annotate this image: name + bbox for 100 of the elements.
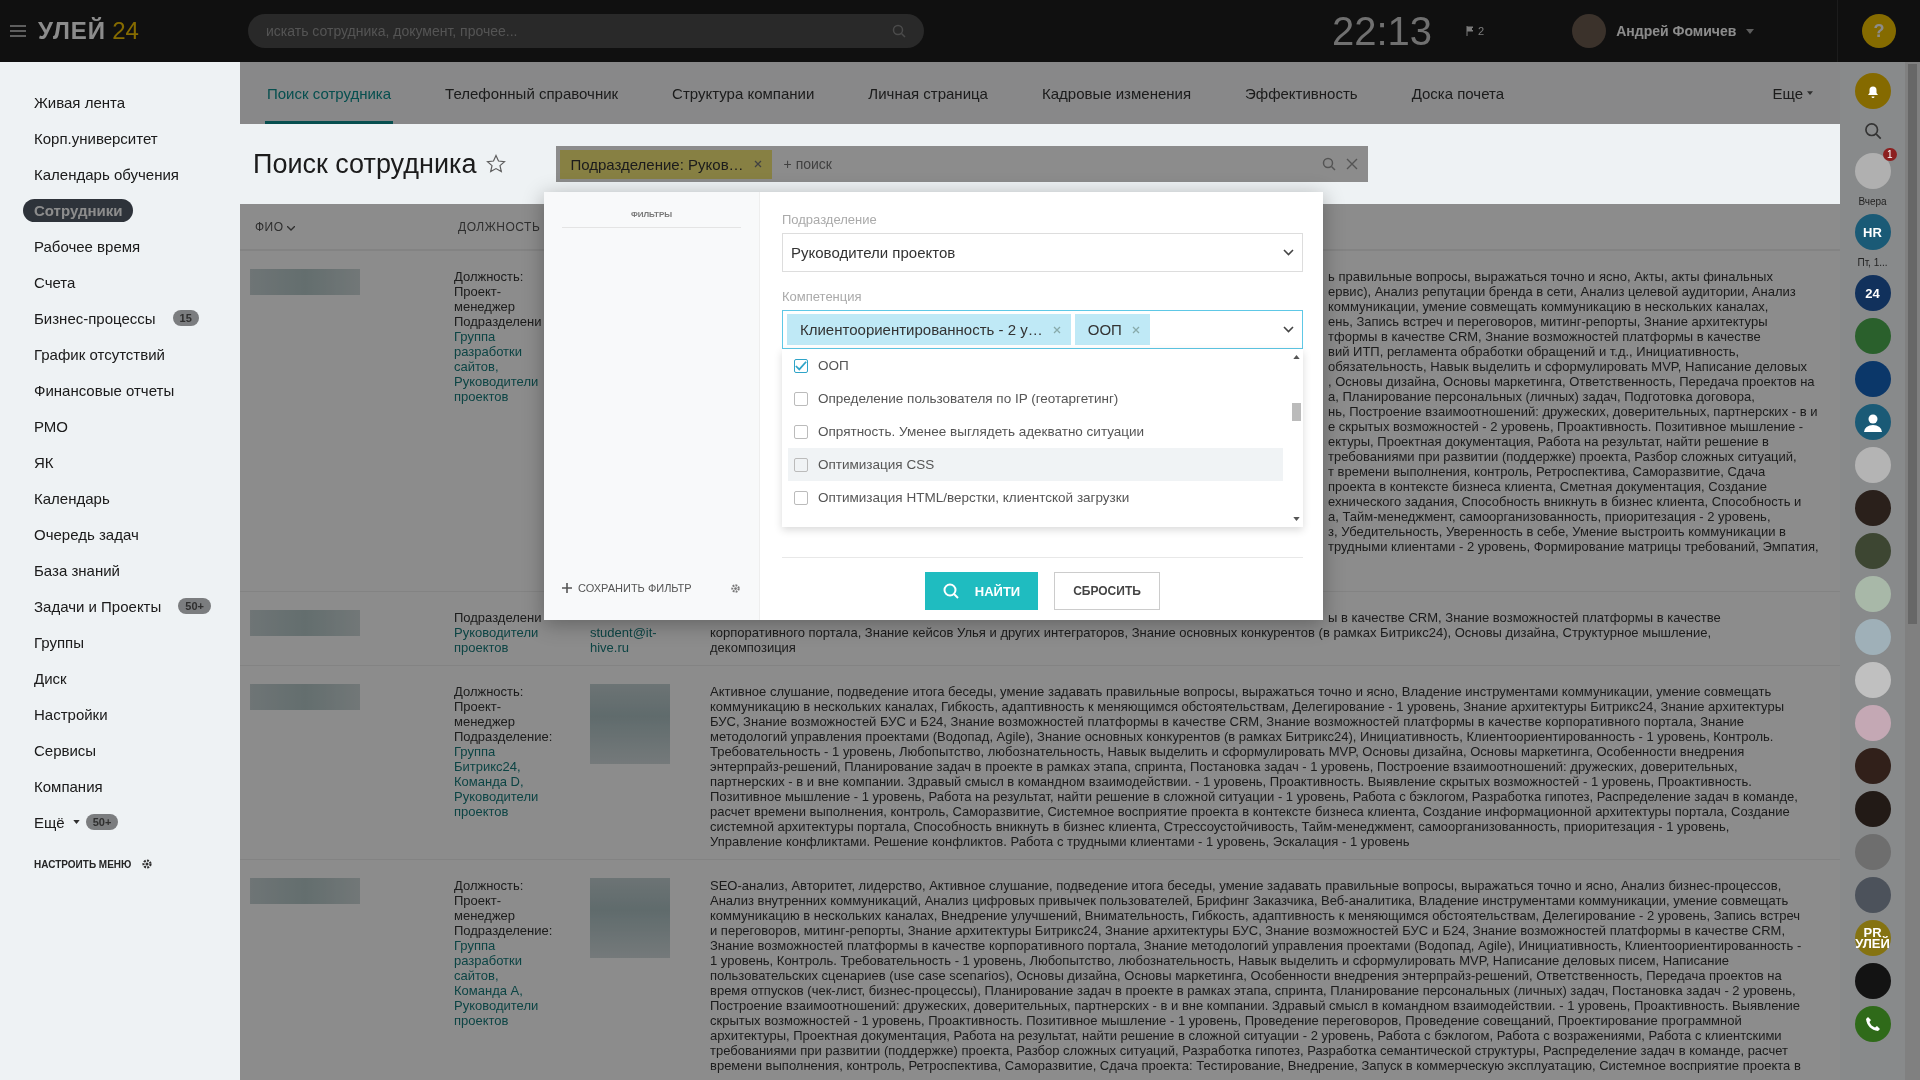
search-icon[interactable] bbox=[1322, 157, 1337, 171]
checkbox[interactable] bbox=[794, 391, 808, 406]
scrollbar-thumb[interactable] bbox=[1291, 403, 1301, 421]
competency-text: з, Убедительность, Уверенность в себе, Умение выстроить коммуникации в bbox=[1328, 524, 1786, 539]
competency-text: 1 уровень, Контроль. Требовательность - 1 уровень, Любопытство, любознательность, Навык выделить и сформулировать MVP, Написание деловых писем, Написание bbox=[710, 953, 1730, 968]
date-label: Пт, 1... bbox=[1857, 257, 1888, 268]
sidebar-item[interactable]: Компания bbox=[23, 774, 114, 798]
column-header[interactable]: ДОЛЖНОСТЬ bbox=[458, 219, 541, 234]
dialog-sidebar-title: ФИЛЬТРЫ bbox=[562, 210, 741, 228]
reset-button[interactable]: СБРОСИТЬ bbox=[1054, 572, 1160, 610]
sidebar-item[interactable]: Сервисы bbox=[23, 738, 108, 762]
column-header[interactable]: ФИО bbox=[240, 219, 458, 234]
logo-word: УЛЕЙ bbox=[38, 17, 107, 45]
sidebar-item[interactable]: Живая лента bbox=[23, 90, 137, 114]
dropdown-option[interactable]: Оптимизация CSS bbox=[788, 448, 1283, 481]
phone-button[interactable] bbox=[1854, 1006, 1891, 1042]
avatar[interactable] bbox=[1854, 361, 1891, 397]
sidebar-item[interactable]: Задачи и Проекты bbox=[23, 594, 173, 618]
avatar[interactable]: PR УЛЕЙ bbox=[1854, 920, 1891, 956]
competency-text: проекта в контексте бизнеса клиента, Сметная документация, Создание bbox=[1328, 479, 1767, 494]
department-select[interactable]: Руководители проектов bbox=[782, 233, 1303, 272]
star-icon[interactable] bbox=[486, 154, 507, 174]
sidebar-item[interactable]: График отсутствий bbox=[23, 342, 176, 366]
sidebar-item[interactable]: РМО bbox=[23, 414, 79, 438]
avatar[interactable] bbox=[1854, 404, 1891, 440]
more-tab[interactable]: Еще bbox=[1770, 62, 1815, 124]
competency-text: ектуры, Проектная документация, Работа на результат, найти решение в bbox=[1328, 434, 1769, 449]
arrow-down-icon[interactable] bbox=[1292, 517, 1300, 521]
close-icon[interactable] bbox=[1052, 325, 1061, 334]
settings-icon[interactable] bbox=[141, 858, 154, 870]
avatar[interactable] bbox=[1854, 490, 1891, 526]
tab[interactable]: Структура компании bbox=[670, 62, 817, 124]
date-label: Вчера bbox=[1858, 196, 1887, 207]
sidebar-item[interactable]: Очередь задач bbox=[23, 522, 150, 546]
avatar[interactable] bbox=[1854, 963, 1891, 999]
sidebar-item[interactable]: Календарь bbox=[23, 486, 121, 510]
sidebar-item[interactable]: Рабочее время bbox=[23, 234, 152, 258]
user-name[interactable]: Андрей Фомичев bbox=[1616, 23, 1737, 39]
checkbox[interactable] bbox=[794, 424, 808, 439]
avatar[interactable] bbox=[1854, 748, 1891, 784]
sidebar-item[interactable]: База знаний bbox=[23, 558, 131, 582]
filter-chip[interactable]: Подразделение: Руков… bbox=[560, 149, 772, 179]
position-text: Проект-менеджер bbox=[454, 893, 517, 923]
sidebar-item[interactable]: Финансовые отчеты bbox=[23, 378, 186, 402]
competency-text: энтерпрайз-решений, Планирование задач в проекте в рамках этапа, спринта, Постановка задач - 1 уровень, Построение взаимоотношений: дружеских, доверительных, bbox=[710, 759, 1738, 774]
logo-number: 24 bbox=[112, 17, 139, 45]
scrollbar[interactable] bbox=[1905, 62, 1920, 1080]
competency-text: скрытых возможностей - 1 уровень, Проактивность. Позитивное мышление - 1 уровень, Проведение переговоров, Проведение совещаний, Проектирование программной bbox=[710, 1013, 1742, 1028]
save-filter-link[interactable]: СОХРАНИТЬ ФИЛЬТР bbox=[562, 582, 692, 594]
menu-icon[interactable] bbox=[10, 25, 26, 37]
tab[interactable]: Доска почета bbox=[1409, 62, 1507, 124]
competency-text: Требовательность - 1 уровень, Любопытство, любознательность, Навык выделить и сформулировать MVP, Основы дизайна, Основы маркетинга, Особенности внедрения bbox=[710, 744, 1745, 759]
sidebar-item[interactable]: Группы bbox=[23, 630, 95, 654]
close-icon[interactable] bbox=[1346, 158, 1359, 170]
tab[interactable]: Кадровые изменения bbox=[1039, 62, 1194, 124]
dropdown-option[interactable]: Опрятность. Уменее выглядеть адекватно ситуации bbox=[788, 415, 1283, 448]
checkbox[interactable] bbox=[794, 358, 808, 373]
avatar[interactable]: HR bbox=[1854, 214, 1891, 250]
notification-button[interactable] bbox=[1854, 73, 1891, 109]
competency-select[interactable]: Клиентоориентированность - 2 у… ООП bbox=[782, 310, 1303, 349]
sidebar-item[interactable]: Календарь обучения bbox=[23, 162, 190, 186]
competency-text: а, Планирование персональных (личных) задач, Подготовка договора, bbox=[1328, 389, 1755, 404]
selected-tag[interactable]: ООП bbox=[1074, 314, 1150, 345]
position-label: Должность: bbox=[454, 269, 524, 284]
close-icon[interactable] bbox=[753, 160, 762, 168]
dropdown-option[interactable]: ООП bbox=[788, 349, 1283, 382]
avatar[interactable] bbox=[1854, 791, 1891, 827]
tab[interactable]: Эффективность bbox=[1243, 62, 1360, 124]
sidebar-more[interactable]: Ещё bbox=[23, 810, 67, 834]
tab[interactable]: Телефонный справочник bbox=[443, 62, 621, 124]
checkbox[interactable] bbox=[794, 457, 808, 472]
sidebar-item[interactable]: Корп.университет bbox=[23, 126, 169, 150]
chevron-icon bbox=[1283, 249, 1294, 256]
search-icon[interactable] bbox=[1863, 122, 1882, 140]
sidebar-item[interactable]: Диск bbox=[23, 666, 78, 690]
checkbox[interactable] bbox=[794, 490, 808, 505]
dropdown-option[interactable]: Оптимизация HTML/верстки, клиентской загрузки bbox=[788, 481, 1283, 514]
avatar[interactable]: 24 bbox=[1854, 275, 1891, 311]
arrow-up-icon[interactable] bbox=[1292, 355, 1300, 359]
competency-text: пользовательских сценариев (use case scenarios), Основы дизайна, Основы маркетинга, Особенности внедрения энтерпрайз-решений, Ответственность, Передача проектов на bbox=[710, 968, 1782, 983]
close-icon[interactable] bbox=[1131, 325, 1140, 334]
sidebar-item[interactable]: Счета bbox=[23, 270, 87, 294]
competency-text: SEO-анализ, Авторитет, лидерство, Активное слушание, подведение итога беседы, умение задавать правильные вопросы, выражаться точно и ясно, Анализ бизнес-процессов, bbox=[710, 878, 1782, 893]
tab[interactable]: Личная страница bbox=[866, 62, 990, 124]
flag-icon[interactable] bbox=[1466, 26, 1475, 36]
selected-tag[interactable]: Клиентоориентированность - 2 у… bbox=[787, 314, 1071, 345]
competency-text: время отпусков (чек-лист, бизнес-процессы), Планирование задач в проекте в рамках этапа, спринта, Планирование персональных (личных) задач, Постановка задач - 2 уровень, bbox=[710, 983, 1796, 998]
filter-search-field[interactable]: Подразделение: Руков… + поиск bbox=[556, 146, 1369, 182]
dropdown-option[interactable]: Определение пользователя по IP (геотаргетинг) bbox=[788, 382, 1283, 415]
sidebar-item[interactable]: Сотрудники bbox=[23, 198, 134, 222]
counter-badge: 50+ bbox=[178, 598, 211, 614]
sidebar-item[interactable]: Настройки bbox=[23, 702, 119, 726]
sidebar-item[interactable]: Бизнес-процессы bbox=[23, 306, 167, 330]
scrollbar-thumb[interactable] bbox=[1908, 64, 1917, 624]
sidebar-item[interactable]: ЯК bbox=[23, 450, 65, 474]
competency-text: коммуникации, умение совмещать коммуникацию в нескольких каналах, bbox=[1328, 299, 1769, 314]
caret-icon bbox=[1807, 91, 1813, 95]
settings-link[interactable]: НАСТРОИТЬ МЕНЮ bbox=[34, 858, 132, 870]
position-text: Проект-менеджер bbox=[454, 284, 517, 314]
counter-badge: 15 bbox=[172, 310, 199, 326]
